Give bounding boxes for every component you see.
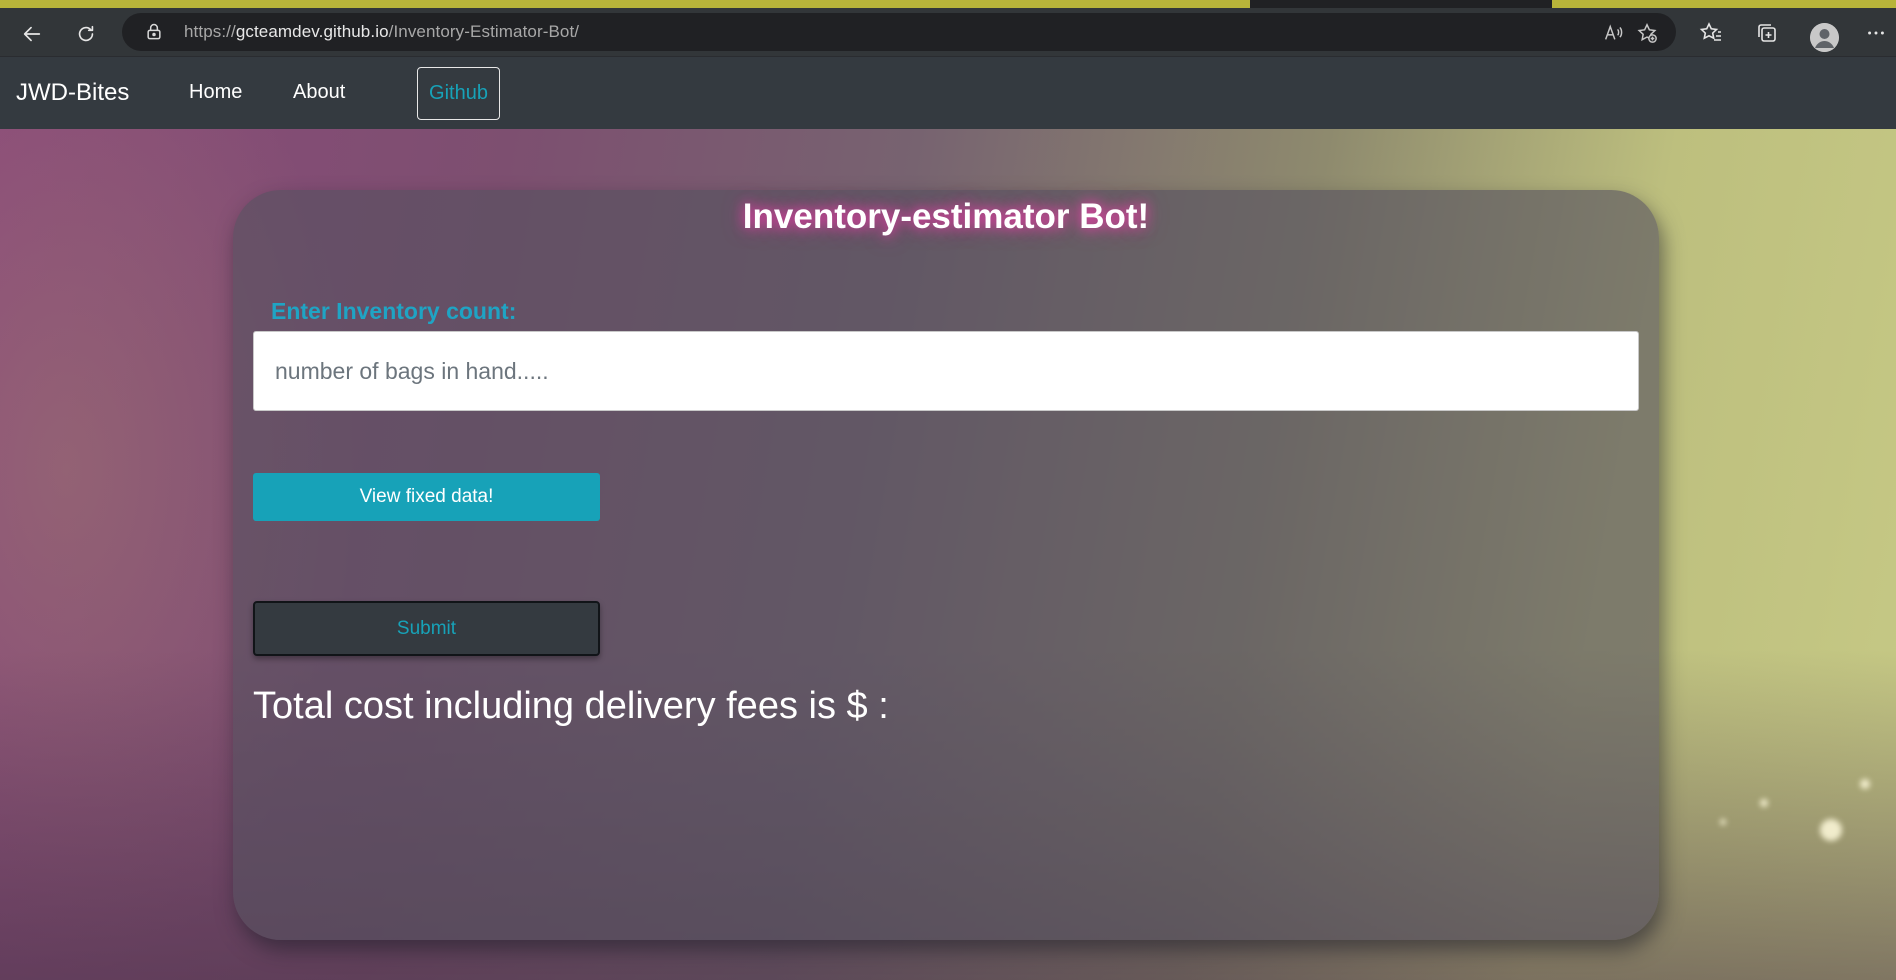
profile-avatar[interactable] (1810, 23, 1839, 52)
site-navbar: JWD-Bites Home About Github (0, 57, 1896, 129)
address-bar[interactable]: https://gcteamdev.github.io/Inventory-Es… (122, 13, 1676, 51)
inventory-count-label: Enter Inventory count: (271, 298, 517, 324)
add-favorite-icon[interactable] (1636, 22, 1658, 44)
inventory-count-input[interactable] (253, 331, 1639, 411)
read-aloud-icon[interactable] (1602, 22, 1624, 44)
url-text[interactable]: https://gcteamdev.github.io/Inventory-Es… (184, 13, 579, 51)
browser-tab[interactable] (1552, 0, 1896, 8)
browser-tab-active[interactable] (0, 0, 1250, 8)
lock-icon[interactable] (144, 22, 164, 42)
browser-tab-strip (0, 0, 1896, 8)
back-icon[interactable] (14, 16, 50, 52)
browser-toolbar: https://gcteamdev.github.io/Inventory-Es… (0, 8, 1896, 57)
collections-icon[interactable] (1753, 19, 1781, 47)
refresh-icon[interactable] (68, 16, 104, 52)
url-path: /Inventory-Estimator-Bot/ (388, 22, 580, 41)
navbar-brand[interactable]: JWD-Bites (16, 57, 129, 129)
background-light (1760, 799, 1768, 807)
url-host: gcteamdev.github.io (235, 22, 389, 41)
favorites-icon[interactable] (1697, 19, 1725, 47)
background-light (1720, 819, 1726, 825)
estimator-card: Inventory-estimator Bot! Enter Inventory… (233, 190, 1659, 940)
more-options-icon[interactable] (1862, 19, 1890, 47)
background-light (1820, 819, 1842, 841)
github-button[interactable]: Github (417, 67, 500, 120)
background-light (1860, 779, 1870, 789)
card-title: Inventory-estimator Bot! (742, 197, 1150, 236)
total-cost-text: Total cost including delivery fees is $ … (253, 685, 889, 727)
nav-link-home[interactable]: Home (189, 57, 242, 127)
submit-button[interactable]: Submit (253, 601, 600, 656)
url-scheme: https:// (184, 22, 236, 41)
view-fixed-data-button[interactable]: View fixed data! (253, 473, 600, 521)
nav-link-about[interactable]: About (293, 57, 345, 127)
